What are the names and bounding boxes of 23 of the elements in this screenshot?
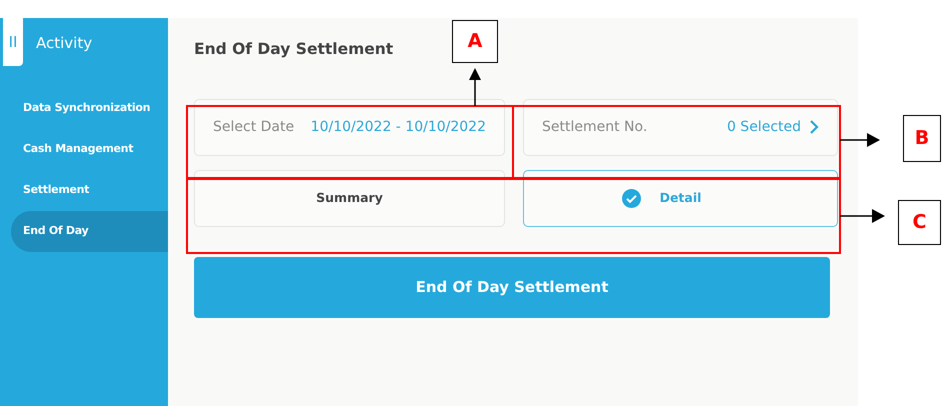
sidebar-toggle[interactable]: II — [3, 18, 23, 66]
arrow — [840, 133, 880, 147]
sidebar-item[interactable]: Data Synchronization — [11, 88, 168, 129]
settlement-button[interactable]: End Of Day Settlement — [194, 256, 830, 318]
selector-field[interactable]: Settlement No. 0 Selected — [523, 98, 838, 156]
annotation-label: A — [452, 20, 498, 63]
sidebar-item[interactable]: Settlement — [11, 170, 168, 211]
field-value: 10/10/2022 - 10/10/2022 — [310, 118, 486, 137]
option-button[interactable]: Detail — [523, 170, 838, 227]
option-button[interactable]: Summary — [194, 170, 505, 227]
field-label: Select Date — [213, 118, 294, 137]
field-label: Settlement No. — [542, 118, 648, 137]
field-value: 0 Selected — [726, 118, 801, 137]
sidebar-item[interactable]: End Of Day — [11, 211, 168, 252]
annotation-label: C — [898, 200, 941, 245]
sidebar-item[interactable]: Cash Management — [11, 129, 168, 170]
selector-field[interactable]: Select Date 10/10/2022 - 10/10/2022 — [194, 98, 505, 156]
check-circle-icon — [622, 188, 641, 208]
arrow — [840, 209, 885, 223]
arrow — [469, 68, 481, 106]
chevron-right-icon — [809, 119, 819, 136]
annotation-label: B — [903, 115, 941, 162]
sidebar-title: Activity — [36, 32, 92, 54]
